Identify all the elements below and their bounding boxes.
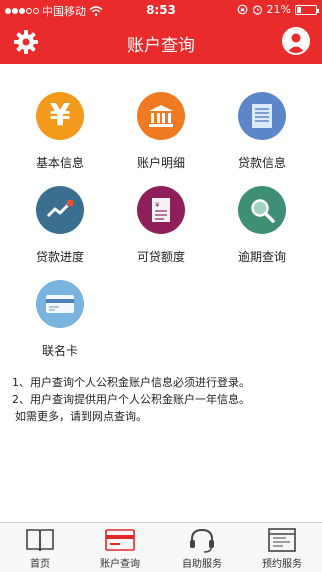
feature-overdue-query[interactable]: 逾期查询 bbox=[212, 186, 312, 276]
report-icon: ¥ bbox=[137, 186, 185, 234]
document-icon bbox=[238, 92, 286, 140]
feature-loan-info[interactable]: 贷款信息 bbox=[212, 92, 312, 182]
nav-label: 账户查询 bbox=[100, 559, 140, 570]
rotation-lock-icon bbox=[237, 4, 247, 15]
status-bar: 中国移动 8:53 21% bbox=[0, 0, 322, 20]
user-icon bbox=[284, 29, 308, 53]
battery-icon bbox=[295, 4, 319, 15]
search-icon bbox=[238, 186, 286, 234]
feature-loan-limit[interactable]: ¥ 可贷额度 bbox=[111, 186, 211, 276]
nav-home[interactable]: 首页 bbox=[0, 527, 80, 571]
yen-icon: ¥ bbox=[36, 92, 84, 140]
nav-self-service[interactable]: 自助服务 bbox=[162, 527, 242, 571]
feature-cobrand-card[interactable]: 联名卡 bbox=[10, 280, 110, 370]
page-title: 账户查询 bbox=[127, 36, 195, 56]
feature-loan-progress[interactable]: 贷款进度 bbox=[10, 186, 110, 276]
note-line: 2、用户查询提供用户个人公积金账户一年信息。 bbox=[12, 393, 250, 406]
battery-percent: 21% bbox=[266, 3, 291, 16]
feature-account-detail[interactable]: 账户明细 bbox=[111, 92, 211, 182]
card-nav-icon bbox=[104, 527, 136, 553]
nav-label: 自助服务 bbox=[182, 559, 222, 570]
header: 中国移动 8:53 21% 账户查询 bbox=[0, 0, 322, 64]
notes-section: 1、用户查询个人公积金账户信息必须进行登录。 2、用户查询提供用户个人公积金账户… bbox=[12, 374, 312, 425]
feature-label: 贷款信息 bbox=[237, 156, 286, 170]
feature-label: 贷款进度 bbox=[35, 250, 84, 264]
note-line: 1、用户查询个人公积金账户信息必须进行登录。 bbox=[12, 376, 250, 389]
calendar-icon bbox=[266, 527, 298, 553]
feature-label: 账户明细 bbox=[136, 156, 185, 170]
book-icon bbox=[24, 527, 56, 553]
nav-appointment[interactable]: 预约服务 bbox=[242, 527, 322, 571]
status-right: 21% bbox=[237, 3, 319, 16]
card-icon bbox=[36, 280, 84, 328]
nav-label: 首页 bbox=[30, 559, 50, 570]
feature-label: 基本信息 bbox=[35, 156, 84, 170]
profile-button[interactable] bbox=[282, 27, 310, 55]
feature-label: 可贷额度 bbox=[136, 250, 185, 264]
svg-text:¥: ¥ bbox=[155, 201, 160, 209]
alarm-icon bbox=[252, 5, 262, 15]
trend-chart-icon bbox=[36, 186, 84, 234]
feature-basic-info[interactable]: ¥ 基本信息 bbox=[10, 92, 110, 182]
bottom-nav: 首页 账户查询 自助服务 预约服务 bbox=[0, 522, 322, 572]
app-screen: 中国移动 8:53 21% 账户查询 ¥ 基本信息 账户明细 贷款信息 贷款进度… bbox=[0, 0, 322, 572]
note-line: 如需更多，请到网点查询。 bbox=[15, 410, 147, 423]
bank-icon bbox=[137, 92, 185, 140]
feature-label: 联名卡 bbox=[41, 344, 78, 358]
headset-icon bbox=[186, 527, 218, 553]
feature-label: 逾期查询 bbox=[237, 250, 286, 264]
title-bar: 账户查询 bbox=[0, 20, 322, 64]
nav-account-query[interactable]: 账户查询 bbox=[80, 527, 160, 571]
nav-label: 预约服务 bbox=[262, 559, 302, 570]
